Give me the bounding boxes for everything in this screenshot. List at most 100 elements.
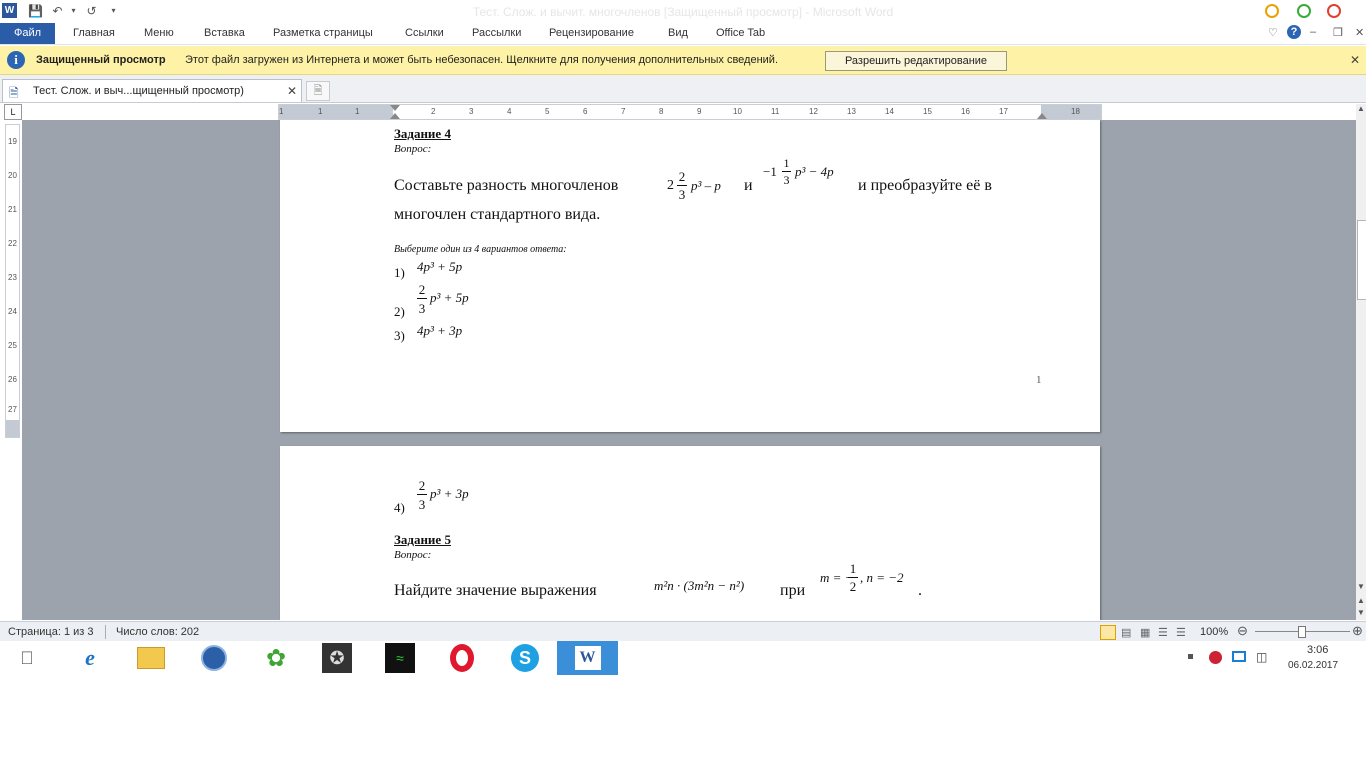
outline-view-icon[interactable]: ☰ (1158, 626, 1168, 639)
fraction-bar (677, 185, 687, 186)
poly1-whole: 2 (667, 178, 674, 193)
tab-home[interactable]: Главная (73, 27, 115, 39)
taskbar:  e ✿ ✪ ≈ S W ◫ 3:06 06.02.2017 (0, 641, 1366, 675)
ribbon-minimize-icon[interactable]: – (1310, 26, 1316, 38)
ruler-label: 19 (8, 137, 17, 146)
apple-icon[interactable]:  (12, 643, 42, 673)
tab-menu[interactable]: Меню (144, 27, 174, 39)
ruler-label: 1 (279, 107, 284, 116)
tab-file[interactable]: Файл (0, 23, 55, 44)
star-app-icon[interactable]: ✪ (322, 643, 352, 673)
ruler-label: 25 (8, 341, 17, 350)
ruler-label: 27 (8, 405, 17, 414)
poly1-numerator: 2 (678, 169, 686, 184)
option-fraction-numerator: 2 (418, 282, 426, 297)
help-icon[interactable]: ? (1287, 25, 1301, 39)
new-tab-button[interactable]: 🗎 (306, 81, 330, 101)
document-tab[interactable]: 🗎 Тест. Слож. и выч...щищенный просмотр)… (2, 79, 302, 102)
ruler-label: 18 (1071, 107, 1080, 116)
full-screen-reading-view-icon[interactable]: ▤ (1121, 626, 1131, 639)
tab-review[interactable]: Рецензирование (549, 27, 634, 39)
document-page[interactable]: 4) 2 3 p³ + 3p Задание 5 Вопрос: Найдите… (280, 446, 1100, 620)
protected-view-message[interactable]: Этот файл загружен из Интернета и может … (185, 54, 778, 66)
skype-icon[interactable]: S (510, 643, 540, 673)
left-indent-marker[interactable] (390, 113, 400, 119)
option-number[interactable]: 4) (394, 500, 405, 516)
page-indicator[interactable]: Страница: 1 из 3 (8, 626, 94, 638)
file-explorer-icon[interactable] (136, 643, 166, 673)
option-number[interactable]: 3) (394, 328, 405, 344)
option-number[interactable]: 1) (394, 265, 405, 281)
word-count[interactable]: Число слов: 202 (116, 626, 199, 638)
vertical-scrollbar[interactable]: ▲ ▼ ▲ ▼ (1356, 104, 1366, 620)
zoom-slider-thumb[interactable] (1298, 626, 1306, 638)
ruler-label: 5 (545, 107, 550, 116)
previous-page-icon[interactable]: ▲ (1357, 596, 1365, 605)
option-expression[interactable]: 4p³ + 3p (417, 323, 462, 339)
tab-office-tab[interactable]: Office Tab (716, 27, 765, 39)
tray-power-icon[interactable]: ◫ (1256, 650, 1267, 664)
ruler-label: 23 (8, 273, 17, 282)
ruler-label: 11 (771, 107, 780, 116)
thunderbird-icon[interactable] (199, 643, 229, 673)
tab-references[interactable]: Ссылки (405, 27, 444, 39)
protected-view-bar: i Защищенный просмотр Этот файл загружен… (0, 46, 1366, 75)
tab-view[interactable]: Вид (668, 27, 688, 39)
draft-view-icon[interactable]: ☰ (1176, 626, 1186, 639)
option-number[interactable]: 2) (394, 304, 405, 320)
right-indent-marker[interactable] (1037, 113, 1047, 119)
horizontal-ruler[interactable]: 1 1 1 2 3 4 5 6 7 8 9 10 11 12 13 14 15 … (278, 104, 1102, 120)
print-layout-view-icon[interactable] (1100, 625, 1116, 640)
document-page[interactable]: Задание 4 Вопрос: Составьте разность мно… (280, 120, 1100, 432)
next-page-icon[interactable]: ▼ (1357, 608, 1365, 617)
tab-stop-selector[interactable]: L (4, 104, 22, 120)
tray-date[interactable]: 06.02.2017 (1288, 660, 1338, 671)
close-button[interactable] (1327, 4, 1341, 18)
ribbon-tabs: Файл Главная Меню Вставка Разметка стран… (0, 22, 1366, 45)
option-fraction-denominator: 3 (418, 301, 426, 316)
tab-mailings[interactable]: Рассылки (472, 27, 521, 39)
ribbon-close-icon[interactable]: ✕ (1355, 26, 1364, 39)
document-tab-bar: 🗎 Тест. Слож. и выч...щищенный просмотр)… (0, 75, 1366, 103)
scrollbar-thumb[interactable] (1357, 220, 1366, 300)
question-and: и (744, 177, 753, 194)
first-line-indent-marker[interactable] (390, 105, 400, 111)
vertical-ruler[interactable]: 19 20 21 22 23 24 25 26 27 (5, 124, 20, 438)
maximize-button[interactable] (1297, 4, 1311, 18)
zoom-level[interactable]: 100% (1200, 626, 1228, 638)
zoom-out-icon[interactable]: ⊖ (1237, 623, 1248, 639)
ruler-label: 21 (8, 205, 17, 214)
icq-icon[interactable]: ✿ (261, 643, 291, 673)
enable-editing-button[interactable]: Разрешить редактирование (825, 51, 1007, 71)
ruler-label: 26 (8, 375, 17, 384)
word-window: W 💾 ↶ ▾ ↺ ▾ Тест. Слож. и вычит. многочл… (0, 0, 1366, 768)
scroll-down-icon[interactable]: ▼ (1357, 582, 1365, 591)
tab-insert[interactable]: Вставка (204, 27, 245, 39)
document-tab-label: Тест. Слож. и выч...щищенный просмотр) (33, 85, 244, 97)
tab-page-layout[interactable]: Разметка страницы (273, 27, 373, 39)
poly2-whole: −1 (763, 164, 777, 179)
terminal-app-icon[interactable]: ≈ (385, 643, 415, 673)
tray-app-icon[interactable] (1209, 651, 1222, 664)
internet-explorer-icon[interactable]: e (75, 643, 105, 673)
ruler-left-margin (279, 105, 393, 119)
option-expression[interactable]: p³ + 3p (430, 486, 469, 502)
scroll-up-icon[interactable]: ▲ (1357, 104, 1365, 113)
option-expression[interactable]: 4p³ + 5p (417, 259, 462, 275)
ribbon-restore-icon[interactable]: ❐ (1333, 26, 1343, 39)
minimize-button[interactable] (1265, 4, 1279, 18)
tray-overflow-icon[interactable] (1188, 654, 1193, 659)
tray-network-icon[interactable] (1232, 651, 1246, 662)
close-tab-icon[interactable]: ✕ (287, 84, 297, 98)
opera-icon[interactable] (447, 643, 477, 673)
word-icon[interactable]: W (557, 641, 618, 675)
status-bar: Страница: 1 из 3 Число слов: 202 ▤ ▦ ☰ ☰… (0, 621, 1366, 642)
question-text: и преобразуйте её в (858, 177, 992, 194)
zoom-in-icon[interactable]: ⊕ (1352, 623, 1363, 639)
document-workspace: Задание 4 Вопрос: Составьте разность мно… (22, 120, 1356, 620)
heart-icon[interactable]: ♡ (1268, 26, 1278, 39)
tray-time[interactable]: 3:06 (1307, 644, 1328, 656)
web-layout-view-icon[interactable]: ▦ (1140, 626, 1150, 639)
option-expression[interactable]: p³ + 5p (430, 290, 469, 306)
close-protected-bar-icon[interactable]: ✕ (1350, 53, 1360, 67)
